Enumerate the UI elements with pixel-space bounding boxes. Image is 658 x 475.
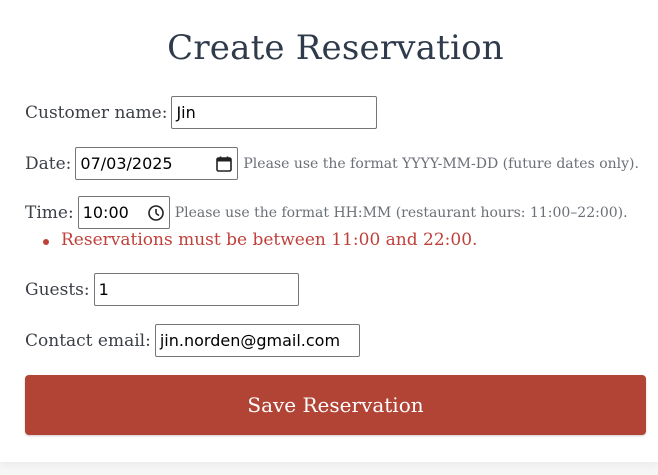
contact-email-label: Contact email: [25, 330, 151, 351]
reservation-card: Create Reservation Customer name: Jin Da… [0, 0, 658, 462]
clock-icon[interactable] [147, 204, 165, 222]
contact-email-row: Contact email: jin.norden@gmail.com [25, 324, 360, 357]
date-value: 07/03/2025 [80, 154, 173, 173]
page-title: Create Reservation [167, 28, 504, 68]
guests-value: 1 [98, 280, 109, 299]
customer-name-label: Customer name: [25, 102, 168, 123]
calendar-icon[interactable] [215, 155, 233, 173]
contact-email-input[interactable]: jin.norden@gmail.com [154, 324, 360, 357]
customer-name-input[interactable]: Jin [171, 96, 378, 129]
date-input[interactable]: 07/03/2025 [75, 147, 239, 180]
contact-email-value: jin.norden@gmail.com [159, 331, 341, 350]
save-reservation-button[interactable]: Save Reservation [25, 375, 646, 435]
date-hint: Please use the format YYYY-MM-DD (future… [243, 155, 639, 172]
guests-input[interactable]: 1 [93, 273, 299, 306]
customer-name-value: Jin [176, 103, 196, 122]
error-item: Reservations must be between 11:00 and 2… [43, 230, 477, 250]
date-row: Date: 07/03/2025 Please use the format Y… [25, 147, 639, 180]
customer-name-row: Customer name: Jin [25, 96, 378, 129]
time-row: Time: 10:00 Please use the format HH:MM … [25, 196, 628, 229]
date-label: Date: [25, 153, 72, 174]
time-value: 10:00 [82, 203, 129, 222]
time-input[interactable]: 10:00 [77, 196, 170, 229]
guests-row: Guests: 1 [25, 273, 299, 306]
time-hint: Please use the format HH:MM (restaurant … [174, 204, 628, 221]
time-label: Time: [25, 202, 74, 223]
error-list: Reservations must be between 11:00 and 2… [43, 230, 477, 250]
guests-label: Guests: [25, 279, 90, 300]
